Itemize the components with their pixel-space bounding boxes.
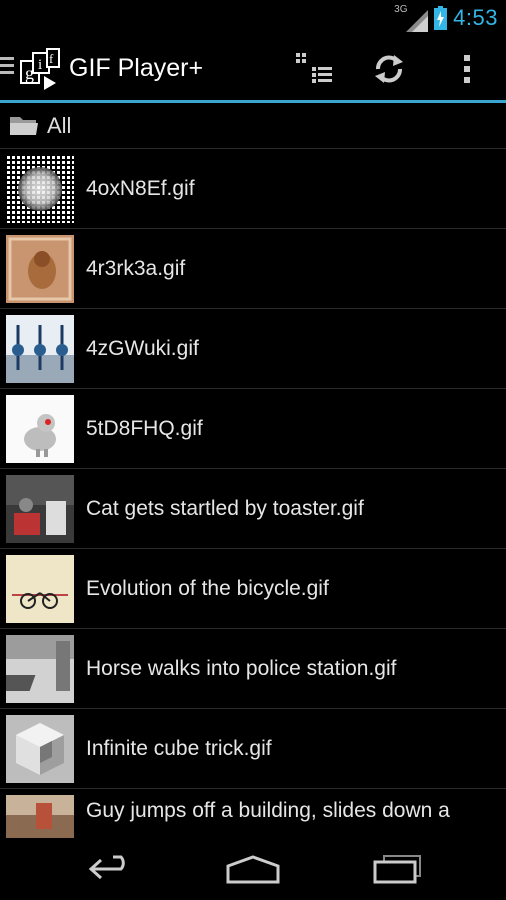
file-name: Cat gets startled by toaster.gif xyxy=(86,496,364,520)
file-list: All 4oxN8Ef.gif 4r3rk3a.gif 4zGWuki.gif … xyxy=(0,103,506,839)
gif-thumbnail xyxy=(6,555,74,623)
overflow-menu-icon xyxy=(464,55,470,83)
folder-icon xyxy=(10,116,38,135)
svg-text:f: f xyxy=(49,51,54,66)
gif-thumbnail xyxy=(6,715,74,783)
list-item[interactable]: Horse walks into police station.gif xyxy=(0,628,506,708)
file-name: 4zGWuki.gif xyxy=(86,336,199,360)
list-item[interactable]: Infinite cube trick.gif xyxy=(0,708,506,788)
file-name: 4r3rk3a.gif xyxy=(86,256,186,280)
svg-text:i: i xyxy=(38,57,42,73)
view-mode-button[interactable] xyxy=(290,46,338,92)
file-name: Guy jumps off a building, slides down a xyxy=(86,799,450,822)
file-name: 4oxN8Ef.gif xyxy=(86,176,195,200)
gif-thumbnail xyxy=(6,235,74,303)
status-bar: 3G 4:53 xyxy=(0,0,506,36)
network-indicator: 3G xyxy=(394,4,429,32)
list-item[interactable]: Guy jumps off a building, slides down a xyxy=(0,788,506,839)
gif-thumbnail xyxy=(6,795,74,839)
file-name: 5tD8FHQ.gif xyxy=(86,416,203,440)
folder-label: All xyxy=(47,112,72,138)
file-name: Infinite cube trick.gif xyxy=(86,736,272,760)
list-item[interactable]: 4oxN8Ef.gif xyxy=(0,148,506,228)
status-icons: 3G 4:53 xyxy=(394,4,498,32)
back-icon xyxy=(88,855,125,880)
list-item[interactable]: Evolution of the bicycle.gif xyxy=(0,548,506,628)
recent-apps-icon xyxy=(373,855,421,884)
back-button[interactable] xyxy=(70,848,154,890)
view-mode-icon xyxy=(296,53,332,83)
home-button[interactable] xyxy=(211,848,295,890)
gif-thumbnail xyxy=(6,155,74,223)
gif-thumbnail xyxy=(6,475,74,543)
list-item[interactable]: Cat gets startled by toaster.gif xyxy=(0,468,506,548)
battery-icon xyxy=(434,6,448,30)
recent-apps-button[interactable] xyxy=(356,848,440,890)
app-logo-icon[interactable]: g i f xyxy=(18,48,62,90)
list-item[interactable]: 4zGWuki.gif xyxy=(0,308,506,388)
home-icon xyxy=(226,855,280,884)
signal-icon xyxy=(406,10,429,32)
refresh-icon xyxy=(375,55,403,83)
file-name: Horse walks into police station.gif xyxy=(86,656,397,680)
overflow-menu-button[interactable] xyxy=(443,46,491,92)
app-title: GIF Player+ xyxy=(69,54,204,82)
file-name: Evolution of the bicycle.gif xyxy=(86,576,329,600)
list-item[interactable]: 4r3rk3a.gif xyxy=(0,228,506,308)
gif-thumbnail xyxy=(6,635,74,703)
gif-thumbnail xyxy=(6,315,74,383)
gif-thumbnail xyxy=(6,395,74,463)
navigation-drawer-icon[interactable] xyxy=(0,57,14,79)
folder-row[interactable]: All xyxy=(0,103,506,148)
navigation-bar xyxy=(0,838,506,900)
refresh-button[interactable] xyxy=(365,46,413,92)
list-item[interactable]: 5tD8FHQ.gif xyxy=(0,388,506,468)
status-clock: 4:53 xyxy=(453,5,498,30)
action-bar: g i f GIF Player+ xyxy=(0,36,506,103)
